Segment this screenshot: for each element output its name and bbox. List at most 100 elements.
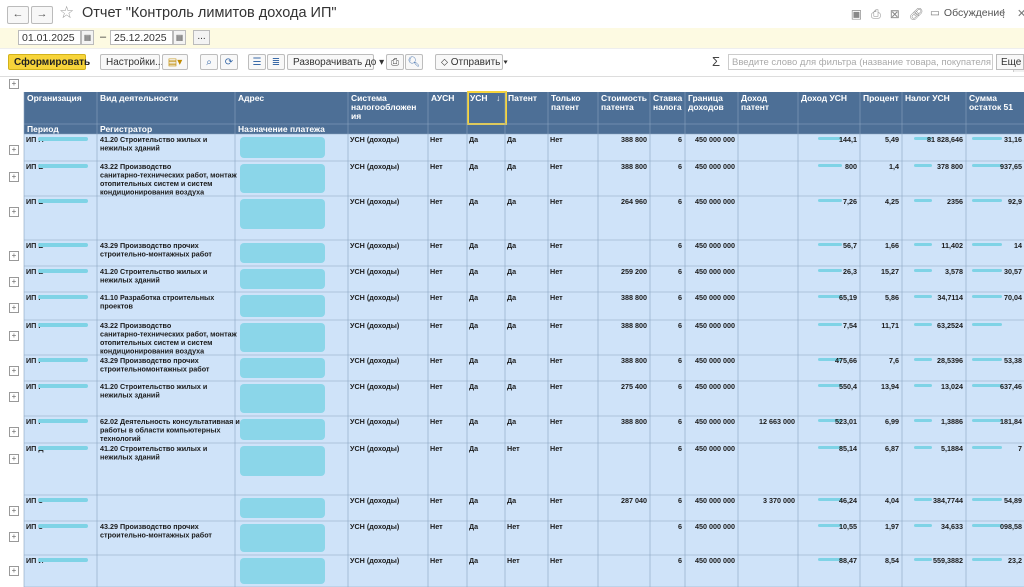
ausn-cell: Нет <box>430 241 443 250</box>
column-subheader-2: Назначение платежа <box>238 124 325 134</box>
column-header-9: налога <box>653 102 682 112</box>
ausn-cell: Нет <box>430 293 443 302</box>
blurred-address <box>240 384 325 413</box>
ausn-cell: Нет <box>430 417 443 426</box>
period-select-button[interactable]: ... <box>193 30 210 45</box>
income-usn-cell: 26,3 <box>843 267 857 276</box>
tax-usn-cell: 2356 <box>947 197 963 206</box>
back-button[interactable]: ← <box>7 6 29 24</box>
expand-to-dropdown[interactable]: Разворачивать до ▾ <box>287 54 384 70</box>
date-to-calendar-icon[interactable]: ▦ <box>173 30 186 45</box>
column-header-1: Вид деятельности <box>100 93 178 103</box>
blurred-address <box>240 243 325 263</box>
activity-cell: кондиционирования воздуха <box>100 347 205 356</box>
forward-button[interactable]: → <box>31 6 53 24</box>
settings-button[interactable]: Настройки... <box>100 54 163 70</box>
send-dropdown[interactable]: ⬦ Отправить ▾ <box>435 54 508 70</box>
blurred-tax <box>914 524 932 527</box>
column-subheader-1: Регистратор <box>100 124 152 134</box>
ausn-cell: Нет <box>430 356 443 365</box>
ausn-cell: Нет <box>430 382 443 391</box>
group-tree-icon[interactable]: ☰ <box>248 54 266 70</box>
patent-cost-cell: 388 800 <box>621 321 647 330</box>
variants-icon[interactable]: ▤▾ <box>162 54 188 70</box>
print-icon[interactable]: ⎙ <box>871 7 881 22</box>
only-patent-cell: Нет <box>550 197 563 206</box>
more-button[interactable]: Еще <box>996 54 1024 70</box>
link-icon[interactable]: 🔗︎ <box>909 7 924 22</box>
column-header-5: УСН <box>470 93 488 103</box>
blurred-tax <box>914 498 932 501</box>
tax-usn-cell: 378 800 <box>937 162 963 171</box>
blurred-name <box>38 199 88 203</box>
table-row <box>24 555 1024 587</box>
blurred-address <box>240 498 325 518</box>
more-vert-icon[interactable]: ⋮ <box>998 7 1009 20</box>
save-icon[interactable]: ▣ <box>851 7 862 22</box>
percent-cell: 6,99 <box>885 417 899 426</box>
usn-cell: Да <box>469 135 479 144</box>
patent-cell: Да <box>507 356 517 365</box>
percent-cell: 7,6 <box>889 356 899 365</box>
blurred-tax <box>914 243 932 246</box>
find-icon[interactable]: ⌕ <box>200 54 218 70</box>
patent-cell: Да <box>507 267 517 276</box>
column-header-4: АУСН <box>431 93 454 103</box>
usn-cell: Да <box>469 321 479 330</box>
blurred-name <box>38 524 88 528</box>
balance-cell: 30,57 <box>1004 267 1022 276</box>
sum-icon[interactable]: Σ <box>712 54 720 69</box>
tax-usn-cell: 1,3886 <box>941 417 963 426</box>
only-patent-cell: Нет <box>550 162 563 171</box>
percent-cell: 1,66 <box>885 241 899 250</box>
title-tools: ▣ ⎙ ⊠ 🔗︎ <box>851 7 924 22</box>
filter-search-input[interactable]: Введите слово для фильтра (название това… <box>728 54 993 70</box>
date-from-field[interactable]: 01.01.2025 <box>18 30 81 45</box>
blurred-balance <box>972 558 1002 561</box>
column-header-7: патент <box>551 102 579 112</box>
date-from-calendar-icon[interactable]: ▦ <box>81 30 94 45</box>
blurred-name <box>38 498 88 502</box>
tax-usn-cell: 34,633 <box>941 522 963 531</box>
blurred-name <box>38 269 88 273</box>
patent-cost-cell: 287 040 <box>621 496 647 505</box>
report-grid[interactable]: Организация Период Вид деятельности Регистр… <box>0 77 1024 587</box>
activity-cell: строительно-монтажных работ <box>100 250 212 259</box>
column-header-10: доходов <box>688 102 724 112</box>
generate-button[interactable]: Сформировать <box>8 54 90 70</box>
usn-cell: Да <box>469 241 479 250</box>
rate-cell: 6 <box>678 496 682 505</box>
title-bar: ← → ☆ Отчет "Контроль лимитов дохода ИП"… <box>0 0 1024 28</box>
tax-system-cell: УСН (доходы) <box>350 556 400 565</box>
income-usn-cell: 7,54 <box>843 321 857 330</box>
tax-system-cell: УСН (доходы) <box>350 267 400 276</box>
ungroup-icon[interactable]: ≣ <box>267 54 285 70</box>
activity-cell: строительно-монтажных работ <box>100 531 212 540</box>
preview-icon[interactable]: 🔍︎ <box>405 54 423 70</box>
favorite-star-icon[interactable]: ☆ <box>59 3 74 23</box>
discussion-button[interactable]: ▭ Обсуждение <box>930 7 1005 19</box>
compare-icon[interactable]: ⊠ <box>890 7 900 22</box>
date-to-field[interactable]: 25.12.2025 <box>110 30 173 45</box>
rate-cell: 6 <box>678 382 682 391</box>
tax-system-cell: УСН (доходы) <box>350 496 400 505</box>
print-button-icon[interactable]: ⎙ <box>386 54 404 70</box>
tax-system-cell: УСН (доходы) <box>350 522 400 531</box>
tax-system-cell: УСН (доходы) <box>350 197 400 206</box>
percent-cell: 8,54 <box>885 556 899 565</box>
find-next-icon[interactable]: ⟳ <box>220 54 238 70</box>
ausn-cell: Нет <box>430 197 443 206</box>
blurred-balance <box>972 199 1002 202</box>
tax-usn-cell: 28,5396 <box>937 356 963 365</box>
close-icon[interactable]: ✕ <box>1017 7 1024 20</box>
blurred-name <box>38 323 88 327</box>
tax-usn-cell: 81 828,646 <box>927 135 963 144</box>
limit-cell: 450 000 000 <box>695 241 735 250</box>
rate-cell: 6 <box>678 293 682 302</box>
percent-cell: 5,49 <box>885 135 899 144</box>
ausn-cell: Нет <box>430 522 443 531</box>
rate-cell: 6 <box>678 197 682 206</box>
balance-cell: 92,9 <box>1008 197 1022 206</box>
only-patent-cell: Нет <box>550 556 563 565</box>
ausn-cell: Нет <box>430 496 443 505</box>
